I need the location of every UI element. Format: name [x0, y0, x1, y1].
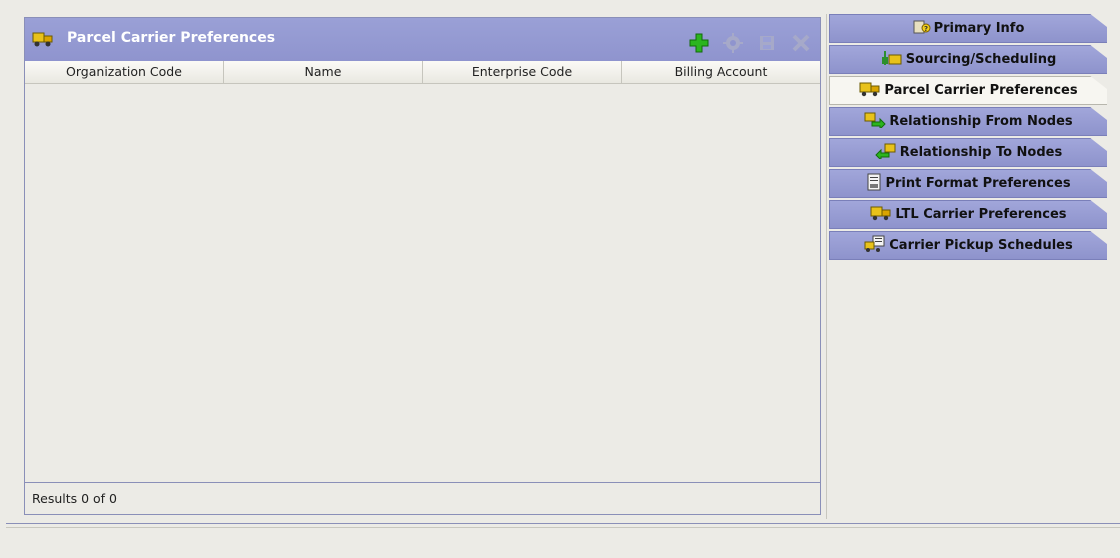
- tab-list: ? Primary Info Sourcing/Scheduling Parce…: [829, 14, 1107, 262]
- toolbar: [688, 32, 812, 54]
- tab-label: Primary Info: [933, 21, 1025, 36]
- results-count: Results 0 of 0: [32, 491, 118, 506]
- tab-label: Print Format Preferences: [885, 176, 1071, 191]
- tab-print-format-preferences[interactable]: Print Format Preferences: [829, 169, 1107, 198]
- bottom-divider-shadow: [6, 527, 1120, 528]
- details-button[interactable]: [722, 32, 744, 54]
- info-icon: ?: [913, 19, 931, 39]
- divider: [826, 14, 827, 519]
- tab-sourcing-scheduling[interactable]: Sourcing/Scheduling: [829, 45, 1107, 74]
- tab-label: Carrier Pickup Schedules: [889, 238, 1073, 253]
- panel-title: Parcel Carrier Preferences: [67, 30, 276, 46]
- column-header-name[interactable]: Name: [224, 61, 423, 83]
- save-icon: [760, 36, 774, 50]
- tab-relationship-to-nodes[interactable]: Relationship To Nodes: [829, 138, 1107, 167]
- results-grid[interactable]: [25, 84, 820, 483]
- column-header-organization-code[interactable]: Organization Code: [25, 61, 224, 83]
- relationship-from-icon: [864, 112, 887, 132]
- tab-label: Relationship From Nodes: [889, 114, 1073, 129]
- save-button[interactable]: [756, 32, 778, 54]
- panel-header: Parcel Carrier Preferences: [25, 18, 820, 62]
- tab-label: Relationship To Nodes: [899, 145, 1063, 160]
- svg-text:?: ?: [924, 25, 928, 33]
- pickup-schedule-icon: [864, 235, 886, 257]
- tab-carrier-pickup-schedules[interactable]: Carrier Pickup Schedules: [829, 231, 1107, 260]
- column-header-enterprise-code[interactable]: Enterprise Code: [423, 61, 622, 83]
- tab-relationship-from-nodes[interactable]: Relationship From Nodes: [829, 107, 1107, 136]
- relationship-to-icon: [875, 143, 897, 163]
- truck-icon: [32, 30, 54, 51]
- column-headers: Organization Code Name Enterprise Code B…: [25, 61, 820, 84]
- gear-icon: [723, 33, 743, 53]
- tab-label: LTL Carrier Preferences: [895, 207, 1067, 222]
- truck-icon: [859, 81, 881, 101]
- tab-label: Sourcing/Scheduling: [905, 52, 1057, 67]
- parcel-carrier-panel: Parcel Carrier Preferences Organization …: [24, 17, 821, 515]
- truck-icon: [870, 205, 892, 225]
- plus-icon: [689, 33, 709, 53]
- column-header-billing-account[interactable]: Billing Account: [622, 61, 820, 83]
- print-format-icon: [866, 173, 882, 195]
- bottom-divider: [6, 523, 1120, 524]
- add-button[interactable]: [688, 32, 710, 54]
- status-bar: Results 0 of 0: [25, 482, 820, 514]
- tab-primary-info[interactable]: ? Primary Info: [829, 14, 1107, 43]
- tab-label: Parcel Carrier Preferences: [884, 83, 1078, 98]
- close-icon: [792, 34, 810, 52]
- scheduling-icon: [881, 50, 903, 70]
- delete-button[interactable]: [790, 32, 812, 54]
- tab-parcel-carrier-preferences[interactable]: Parcel Carrier Preferences: [829, 76, 1107, 105]
- tab-ltl-carrier-preferences[interactable]: LTL Carrier Preferences: [829, 200, 1107, 229]
